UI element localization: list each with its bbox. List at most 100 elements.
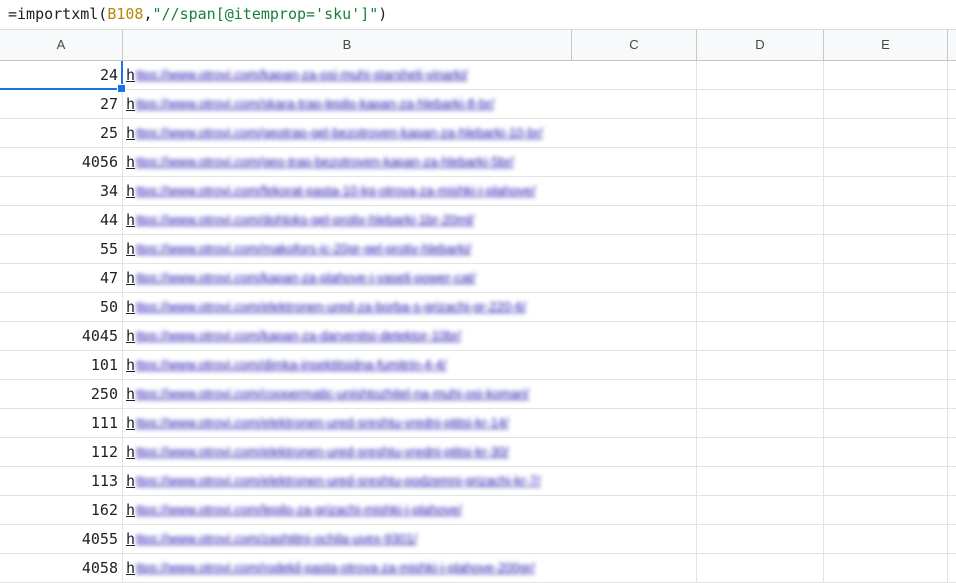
- blurred-url-link[interactable]: ttps://www.otrovi.com/rodekil-pasta-otro…: [136, 554, 535, 582]
- cell-d-empty[interactable]: [697, 380, 824, 408]
- cell-f-empty[interactable]: [948, 235, 956, 263]
- cell-e-empty[interactable]: [824, 380, 948, 408]
- cell-a-sku[interactable]: 25: [0, 119, 123, 147]
- cell-e-empty[interactable]: [824, 148, 948, 176]
- cell-c-empty[interactable]: [572, 496, 697, 524]
- cell-d-empty[interactable]: [697, 525, 824, 553]
- cell-d-empty[interactable]: [697, 467, 824, 495]
- cell-b-url[interactable]: h ttps://www.otrovi.com/geo-trap-bezotrov…: [123, 148, 572, 176]
- cell-d-empty[interactable]: [697, 554, 824, 582]
- cell-e-empty[interactable]: [824, 177, 948, 205]
- blurred-url-link[interactable]: ttps://www.otrovi.com/dimka-insektitsidn…: [136, 351, 447, 379]
- formula-bar[interactable]: =importxml(B108,"//span[@itemprop='sku']…: [0, 0, 956, 30]
- cell-c-empty[interactable]: [572, 148, 697, 176]
- cell-e-empty[interactable]: [824, 235, 948, 263]
- cell-b-url[interactable]: h ttps://www.otrovi.com/elektronen-ured-s…: [123, 467, 572, 495]
- column-header-b[interactable]: B: [123, 30, 572, 60]
- cell-e-empty[interactable]: [824, 409, 948, 437]
- cell-a-sku[interactable]: 113: [0, 467, 123, 495]
- cell-d-empty[interactable]: [697, 177, 824, 205]
- cell-b-url[interactable]: h ttps://www.otrovi.com/elektronen-ured-s…: [123, 409, 572, 437]
- cell-e-empty[interactable]: [824, 496, 948, 524]
- cell-f-empty[interactable]: [948, 148, 956, 176]
- cell-c-empty[interactable]: [572, 177, 697, 205]
- cell-d-empty[interactable]: [697, 119, 824, 147]
- cell-a-sku[interactable]: 24: [0, 61, 123, 89]
- cell-f-empty[interactable]: [948, 119, 956, 147]
- cell-f-empty[interactable]: [948, 525, 956, 553]
- cell-c-empty[interactable]: [572, 554, 697, 582]
- column-header-a[interactable]: A: [0, 30, 123, 60]
- cell-d-empty[interactable]: [697, 293, 824, 321]
- column-header-d[interactable]: D: [697, 30, 824, 60]
- blurred-url-link[interactable]: ttps://www.otrovi.com/coopermatic-unisht…: [136, 380, 529, 408]
- cell-c-empty[interactable]: [572, 235, 697, 263]
- blurred-url-link[interactable]: ttps://www.otrovi.com/elektronen-ured-sr…: [136, 438, 509, 466]
- cell-f-empty[interactable]: [948, 380, 956, 408]
- blurred-url-link[interactable]: ttps://www.otrovi.com/zashtitni-ochila-u…: [136, 525, 417, 553]
- cell-a-sku[interactable]: 4055: [0, 525, 123, 553]
- cell-c-empty[interactable]: [572, 467, 697, 495]
- blurred-url-link[interactable]: ttps://www.otrovi.com/kapan-za-osi-muhi-…: [136, 61, 468, 89]
- cell-f-empty[interactable]: [948, 206, 956, 234]
- cell-f-empty[interactable]: [948, 322, 956, 350]
- cell-f-empty[interactable]: [948, 90, 956, 118]
- cell-d-empty[interactable]: [697, 264, 824, 292]
- cell-b-url[interactable]: h ttps://www.otrovi.com/elektronen-ured-z…: [123, 293, 572, 321]
- cell-c-empty[interactable]: [572, 293, 697, 321]
- cell-c-empty[interactable]: [572, 351, 697, 379]
- cell-c-empty[interactable]: [572, 90, 697, 118]
- cell-e-empty[interactable]: [824, 206, 948, 234]
- blurred-url-link[interactable]: ttps://www.otrovi.com/elektronen-ured-sr…: [136, 467, 541, 495]
- cell-a-sku[interactable]: 4058: [0, 554, 123, 582]
- blurred-url-link[interactable]: ttps://www.otrovi.com/skara-trap-lepilo-…: [136, 90, 494, 118]
- cell-d-empty[interactable]: [697, 322, 824, 350]
- cell-f-empty[interactable]: [948, 438, 956, 466]
- cell-d-empty[interactable]: [697, 206, 824, 234]
- cell-e-empty[interactable]: [824, 119, 948, 147]
- cell-a-sku[interactable]: 4045: [0, 322, 123, 350]
- cell-e-empty[interactable]: [824, 351, 948, 379]
- cell-c-empty[interactable]: [572, 264, 697, 292]
- cell-b-url[interactable]: h ttps://www.otrovi.com/elektronen-ured-s…: [123, 438, 572, 466]
- cell-c-empty[interactable]: [572, 409, 697, 437]
- blurred-url-link[interactable]: ttps://www.otrovi.com/fekorat-pasta-10-k…: [136, 177, 536, 205]
- cell-b-url[interactable]: h ttps://www.otrovi.com/dohloks-gel-proti…: [123, 206, 572, 234]
- formula-text[interactable]: =importxml(B108,"//span[@itemprop='sku']…: [8, 5, 387, 23]
- cell-b-url[interactable]: h ttps://www.otrovi.com/makofors-ic-20gr-…: [123, 235, 572, 263]
- cell-e-empty[interactable]: [824, 293, 948, 321]
- cell-e-empty[interactable]: [824, 467, 948, 495]
- cell-a-sku[interactable]: 47: [0, 264, 123, 292]
- blurred-url-link[interactable]: ttps://www.otrovi.com/elektronen-ured-sr…: [136, 409, 509, 437]
- column-header-e[interactable]: E: [824, 30, 948, 60]
- cell-a-sku[interactable]: 27: [0, 90, 123, 118]
- cell-b-url[interactable]: h ttps://www.otrovi.com/kapan-za-plahove-…: [123, 264, 572, 292]
- cell-c-empty[interactable]: [572, 525, 697, 553]
- blurred-url-link[interactable]: ttps://www.otrovi.com/geo-trap-bezotrove…: [136, 148, 514, 176]
- cell-e-empty[interactable]: [824, 90, 948, 118]
- cell-a-sku[interactable]: 44: [0, 206, 123, 234]
- cell-b-url[interactable]: h ttps://www.otrovi.com/kapan-za-osi-muhi…: [123, 61, 572, 89]
- cell-d-empty[interactable]: [697, 496, 824, 524]
- cell-b-url[interactable]: h ttps://www.otrovi.com/fekorat-pasta-10-…: [123, 177, 572, 205]
- cell-a-sku[interactable]: 101: [0, 351, 123, 379]
- blurred-url-link[interactable]: ttps://www.otrovi.com/kapan-za-plahove-i…: [136, 264, 476, 292]
- cell-a-sku[interactable]: 112: [0, 438, 123, 466]
- cell-b-url[interactable]: h ttps://www.otrovi.com/skara-trap-lepilo…: [123, 90, 572, 118]
- cell-b-url[interactable]: h ttps://www.otrovi.com/coopermatic-unish…: [123, 380, 572, 408]
- cell-c-empty[interactable]: [572, 119, 697, 147]
- cell-f-empty[interactable]: [948, 409, 956, 437]
- cell-d-empty[interactable]: [697, 90, 824, 118]
- blurred-url-link[interactable]: ttps://www.otrovi.com/lepilo-za-grizachi…: [136, 496, 462, 524]
- cell-b-url[interactable]: h ttps://www.otrovi.com/zashtitni-ochila-…: [123, 525, 572, 553]
- cell-d-empty[interactable]: [697, 235, 824, 263]
- cell-b-url[interactable]: h ttps://www.otrovi.com/kapan-za-darvenit…: [123, 322, 572, 350]
- cell-a-sku[interactable]: 250: [0, 380, 123, 408]
- blurred-url-link[interactable]: ttps://www.otrovi.com/dohloks-gel-protiv…: [136, 206, 474, 234]
- cell-a-sku[interactable]: 4056: [0, 148, 123, 176]
- cell-f-empty[interactable]: [948, 61, 956, 89]
- blurred-url-link[interactable]: ttps://www.otrovi.com/elektronen-ured-za…: [136, 293, 526, 321]
- cell-e-empty[interactable]: [824, 554, 948, 582]
- cell-e-empty[interactable]: [824, 264, 948, 292]
- cell-f-empty[interactable]: [948, 177, 956, 205]
